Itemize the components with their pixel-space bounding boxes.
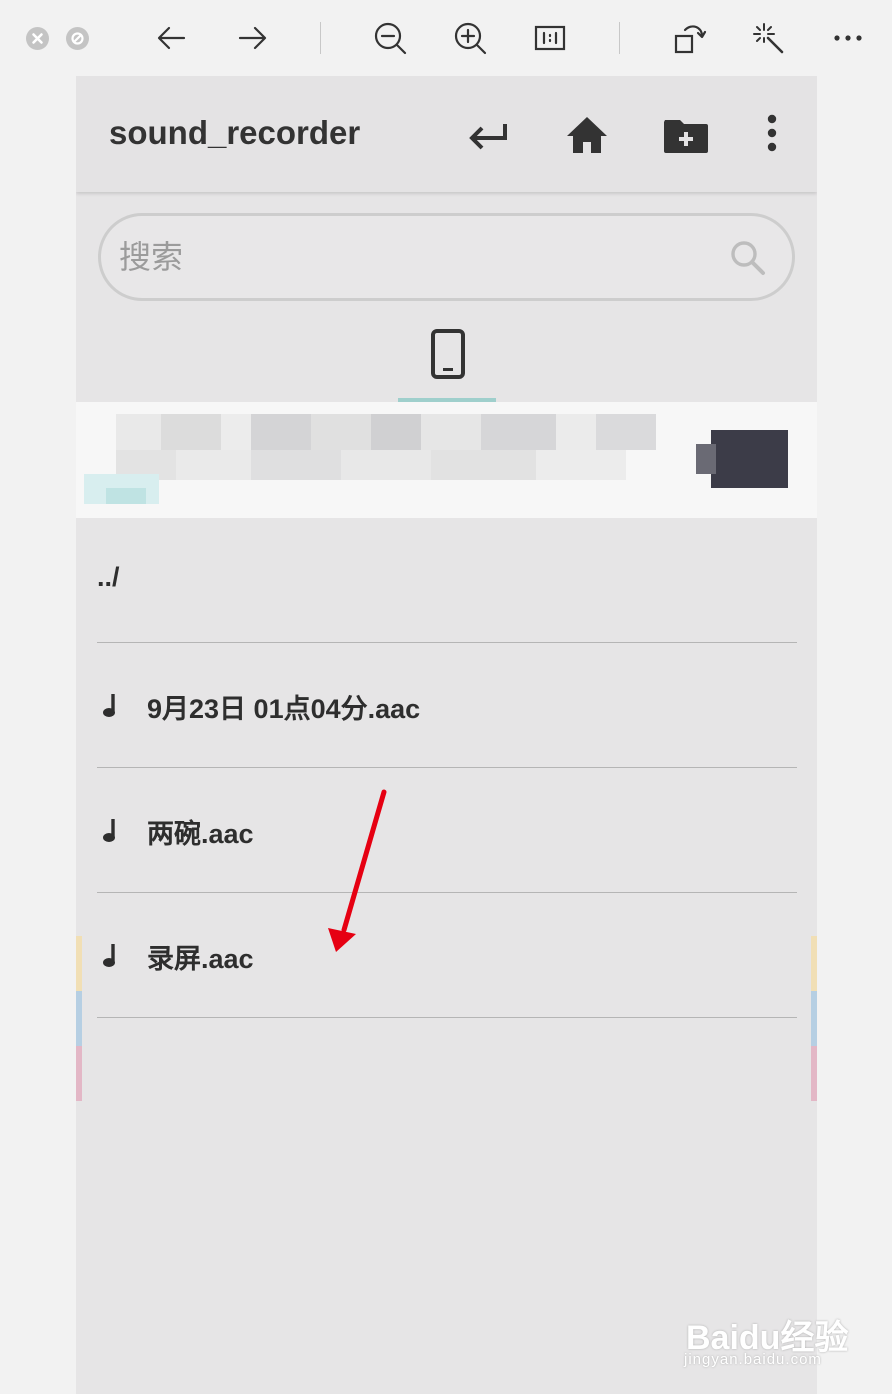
file-list: ../ 9月23日 01点04分.aac 两碗.aac 录屏.aac [97, 518, 797, 1018]
forward-arrow-icon[interactable] [232, 18, 272, 58]
edge-marker [76, 936, 82, 991]
phone-screen: sound_recorder 搜索 ../ 9月23日 01点04分.aac 两… [76, 76, 817, 1394]
home-icon[interactable] [560, 108, 614, 162]
list-item[interactable]: 9月23日 01点04分.aac [97, 643, 797, 768]
edge-marker [811, 991, 817, 1046]
watermark: Baidu经验 jingyan.baidu.com [680, 1296, 870, 1376]
edge-marker [811, 936, 817, 991]
annotation-arrow-icon [328, 789, 387, 952]
zoom-out-icon[interactable] [370, 18, 410, 58]
file-name: 录屏.aac [147, 944, 254, 974]
edge-marker [811, 1046, 817, 1101]
search-input[interactable] [119, 234, 699, 280]
music-note-icon [103, 944, 115, 967]
file-name: 两碗.aac [147, 819, 254, 849]
edge-marker [76, 1046, 82, 1101]
overflow-menu-icon[interactable] [745, 108, 799, 162]
search-bar[interactable] [98, 213, 795, 301]
watermark-site: jingyan.baidu.com [684, 1351, 822, 1368]
return-icon[interactable] [461, 108, 515, 162]
actual-size-icon[interactable] [530, 18, 570, 58]
file-name: 9月23日 01点04分.aac [147, 694, 421, 724]
music-note-icon [103, 819, 115, 842]
more-icon[interactable] [828, 18, 868, 58]
phone-storage-icon[interactable] [420, 326, 476, 386]
block-icon[interactable] [66, 27, 89, 50]
toolbar-divider [619, 22, 620, 54]
close-icon[interactable] [26, 27, 49, 50]
magic-wand-icon[interactable] [748, 18, 788, 58]
list-item[interactable]: 录屏.aac [97, 893, 797, 1018]
app-bar: sound_recorder [76, 76, 817, 192]
new-folder-icon[interactable] [659, 108, 713, 162]
viewer-toolbar [0, 0, 892, 76]
search-icon[interactable] [726, 236, 770, 280]
breadcrumb [76, 402, 817, 518]
back-arrow-icon[interactable] [152, 18, 192, 58]
list-item[interactable]: 两碗.aac [97, 768, 797, 893]
music-note-icon [103, 694, 115, 717]
page-title: sound_recorder [109, 114, 361, 151]
file-name: ../ [97, 562, 120, 592]
rotate-icon[interactable] [668, 18, 708, 58]
edge-marker [76, 991, 82, 1046]
toolbar-divider [320, 22, 321, 54]
parent-directory-item[interactable]: ../ [97, 518, 797, 643]
zoom-in-icon[interactable] [450, 18, 490, 58]
